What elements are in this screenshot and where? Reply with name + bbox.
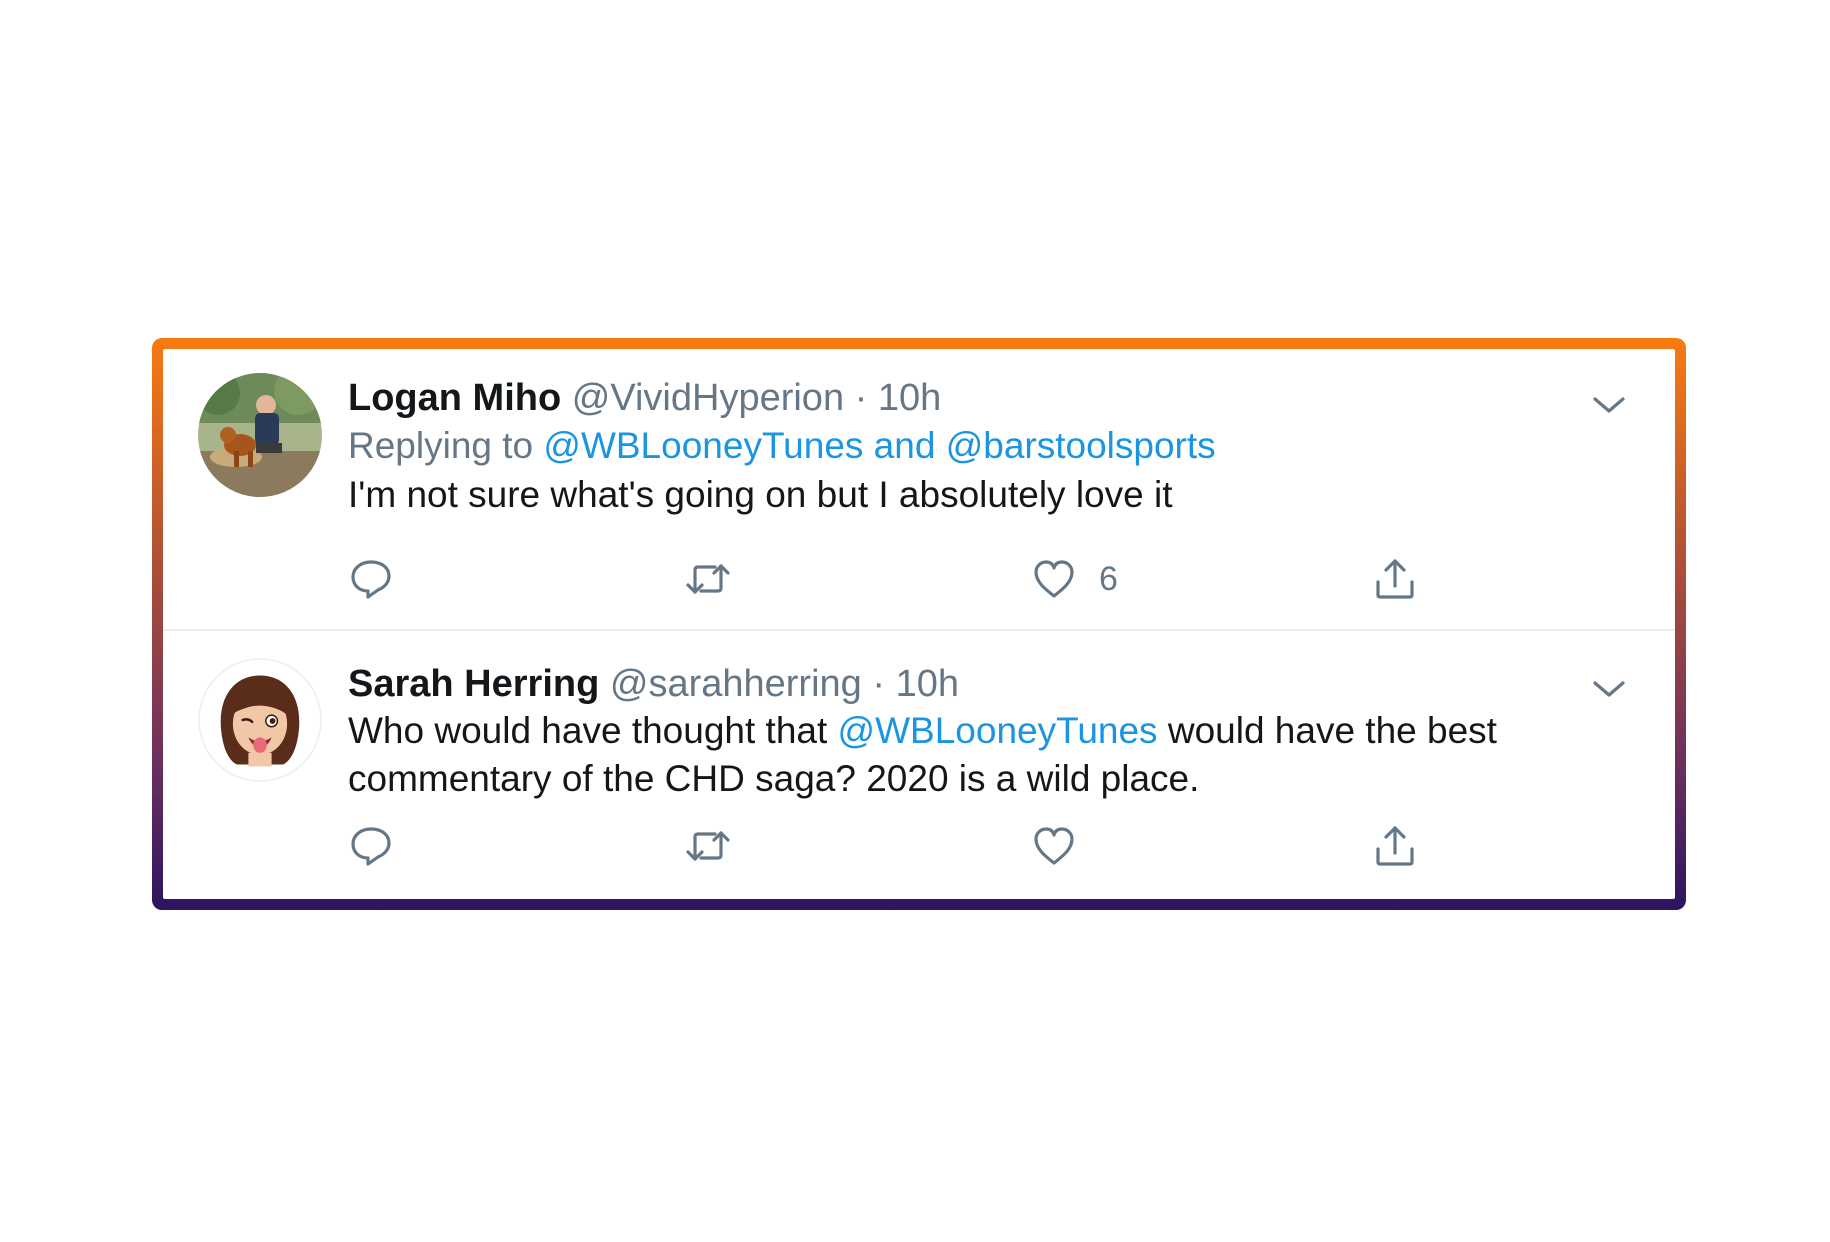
tweet-body: Sarah Herring @sarahherring · 10h Who wo… — [348, 661, 1585, 803]
tweet-time[interactable]: 10h — [878, 377, 941, 419]
tweet-actions — [348, 821, 1468, 871]
tweet-header: Logan Miho @VividHyperion · 10h — [348, 375, 1585, 421]
avatar-sarah-herring[interactable] — [198, 658, 322, 782]
tweet-time[interactable]: 10h — [896, 663, 959, 705]
tweet-sarah-herring[interactable]: Sarah Herring @sarahherring · 10h Who wo… — [163, 631, 1675, 899]
tweet-logan-miho[interactable]: Logan Miho @VividHyperion · 10h Replying… — [163, 349, 1675, 629]
replying-to-targets[interactable]: @WBLooneyTunes and @barstoolsports — [543, 425, 1215, 466]
share-icon — [1376, 826, 1414, 866]
share-button[interactable] — [1372, 821, 1418, 871]
tweet-thread-frame: Logan Miho @VividHyperion · 10h Replying… — [152, 338, 1686, 910]
tweet-thread: Logan Miho @VividHyperion · 10h Replying… — [163, 349, 1675, 899]
author-name[interactable]: Logan Miho — [348, 377, 561, 419]
retweet-button[interactable] — [685, 554, 731, 604]
tweet-actions: 6 — [348, 554, 1468, 604]
retweet-button[interactable] — [685, 821, 731, 871]
reply-icon — [351, 560, 391, 599]
like-icon — [1034, 560, 1074, 598]
replying-to-prefix: Replying to — [348, 425, 544, 466]
retweet-icon — [686, 564, 730, 594]
reply-icon — [351, 827, 391, 866]
meta-separator: · — [861, 663, 896, 705]
reply-button[interactable] — [348, 821, 394, 871]
chevron-down-icon[interactable] — [1591, 677, 1627, 701]
share-button[interactable] — [1372, 554, 1418, 604]
chevron-down-icon[interactable] — [1591, 393, 1627, 417]
tweet-text: I'm not sure what's going on but I absol… — [348, 474, 1173, 515]
share-icon — [1376, 559, 1414, 599]
retweet-icon — [686, 831, 730, 861]
tweet-text: Who would have thought that @WBLooneyTun… — [348, 707, 1585, 803]
meta-separator: · — [844, 377, 878, 419]
author-handle[interactable]: @sarahherring — [610, 663, 862, 705]
reply-button[interactable] — [348, 554, 394, 604]
like-count: 6 — [1099, 559, 1118, 598]
replying-to: Replying to @WBLooneyTunes and @barstool… — [348, 421, 1585, 471]
like-icon — [1034, 827, 1074, 865]
author-name[interactable]: Sarah Herring — [348, 663, 599, 705]
tweet-text-start: Who would have thought that — [348, 710, 838, 751]
mention-link[interactable]: @WBLooneyTunes — [838, 710, 1158, 751]
avatar-logan-miho[interactable] — [198, 373, 322, 497]
tweet-body: Logan Miho @VividHyperion · 10h Replying… — [348, 375, 1585, 519]
tweet-header: Sarah Herring @sarahherring · 10h — [348, 661, 1585, 707]
author-handle[interactable]: @VividHyperion — [572, 377, 844, 419]
like-button[interactable] — [1031, 821, 1077, 871]
like-button[interactable]: 6 — [1031, 554, 1118, 604]
